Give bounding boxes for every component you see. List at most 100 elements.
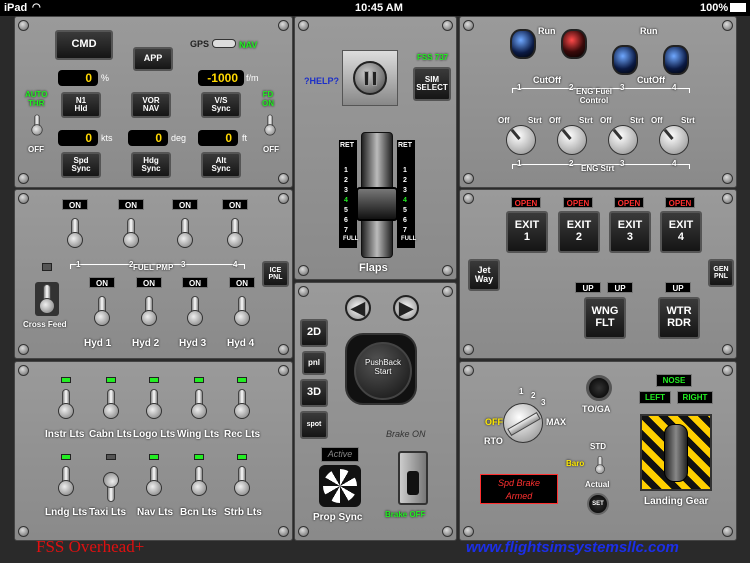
hyd2-switch[interactable]	[140, 296, 158, 326]
eng2-start-knob[interactable]	[557, 125, 587, 155]
hyd4-label: Hyd 4	[227, 338, 255, 349]
exit4-button[interactable]: EXIT 4	[660, 211, 702, 253]
altimeter-baro-label: Baro	[566, 459, 585, 468]
autothr-off-label: OFF	[28, 145, 44, 154]
cabn-lts-label: Cabn Lts	[89, 429, 132, 440]
panel-view-button[interactable]: pnl	[302, 351, 326, 375]
fuel-pump3-switch[interactable]	[176, 218, 194, 248]
cmd-button[interactable]: CMD	[55, 30, 113, 60]
cabn-lts-switch[interactable]	[102, 389, 120, 419]
water-rudder-button[interactable]: WTR RDR	[658, 297, 700, 339]
hyd1-switch[interactable]	[93, 296, 111, 326]
eng-strt-num-1: 1	[517, 159, 522, 168]
autobrake-knob[interactable]	[503, 403, 543, 443]
help-link[interactable]: ?HELP?	[304, 76, 339, 86]
wheel-icon	[664, 424, 688, 482]
alt-sync-button[interactable]: Alt Sync	[201, 152, 241, 178]
pause-button[interactable]	[342, 50, 398, 106]
ice-panel-button[interactable]: ICE PNL	[262, 261, 289, 287]
battery-label: 100%	[700, 2, 729, 14]
logo-lts-led	[149, 377, 159, 383]
exit2-button[interactable]: EXIT 2	[558, 211, 600, 253]
strb-lts-led	[237, 454, 247, 460]
eng4-start-knob[interactable]	[659, 125, 689, 155]
flap-ret-label-left: RET	[340, 142, 354, 149]
arrow-left-icon[interactable]: ◀	[345, 295, 371, 321]
eng1-start-knob[interactable]	[506, 125, 536, 155]
vs-unit: f/m	[246, 73, 259, 83]
vs-sync-button[interactable]: V/S Sync	[201, 92, 241, 118]
flap-ret-label-right: RET	[398, 142, 412, 149]
hyd3-switch[interactable]	[186, 296, 204, 326]
right-gear-light: RIGHT	[677, 391, 713, 404]
pushback-button[interactable]: PushBack Start	[345, 333, 417, 405]
gen-panel-button[interactable]: GEN PNL	[708, 259, 734, 287]
cross-feed-switch[interactable]	[35, 282, 59, 316]
taxi-lts-switch[interactable]	[102, 472, 120, 502]
eng1-off-label: Off	[498, 116, 510, 125]
autobrake-3-label: 3	[541, 398, 546, 407]
lndg-lts-switch[interactable]	[57, 466, 75, 496]
sim-select-button[interactable]: SIM SELECT	[413, 67, 451, 101]
view-2d-button[interactable]: 2D	[300, 319, 328, 347]
autobrake-max-label: MAX	[546, 417, 566, 427]
vor-nav-button[interactable]: VOR NAV	[131, 92, 171, 118]
fuel-hyd-panel: ON ON ON ON 1 2 3 4 FUEL PMP Cross Feed …	[14, 189, 293, 359]
eng3-fuel-switch[interactable]	[612, 45, 638, 75]
view-3d-button[interactable]: 3D	[300, 379, 328, 407]
logo-lts-label: Logo Lts	[133, 429, 176, 440]
taxi-lts-label: Taxi Lts	[89, 507, 127, 518]
spd-sync-button[interactable]: Spd Sync	[61, 152, 101, 178]
hyd4-switch[interactable]	[233, 296, 251, 326]
autothr-switch[interactable]	[31, 114, 44, 136]
pause-icon	[353, 61, 387, 95]
parking-brake-lever[interactable]	[398, 451, 428, 505]
eng2-off-label: Off	[549, 116, 561, 125]
eng3-start-knob[interactable]	[608, 125, 638, 155]
eng4-fuel-switch[interactable]	[663, 45, 689, 75]
n1-hold-button[interactable]: N1 Hld	[61, 92, 101, 118]
wifi-icon: ◠	[32, 2, 41, 13]
instr-lts-switch[interactable]	[57, 389, 75, 419]
fuel-pump4-switch[interactable]	[226, 218, 244, 248]
wing-lts-switch[interactable]	[190, 389, 208, 419]
prop-sync-button[interactable]	[319, 465, 361, 507]
logo-lts-switch[interactable]	[145, 389, 163, 419]
app-title: FSS Overhead+	[36, 537, 145, 556]
arrow-right-icon[interactable]: ▶	[393, 295, 419, 321]
cabn-lts-led	[106, 377, 116, 383]
exit1-button[interactable]: EXIT 1	[506, 211, 548, 253]
prop-sync-active-light: Active	[321, 447, 359, 462]
toga-button[interactable]	[586, 375, 612, 401]
wing-flt-button[interactable]: WNG FLT	[584, 297, 626, 339]
bcn-lts-label: Bcn Lts	[180, 507, 217, 518]
eng1-fuel-switch[interactable]	[510, 29, 536, 59]
exit3-button[interactable]: EXIT 3	[609, 211, 651, 253]
prop-sync-label: Prop Sync	[313, 512, 363, 523]
flap-lever[interactable]	[356, 187, 398, 221]
wng-flt-up-light-1: UP	[575, 282, 601, 293]
flap-detent-right-2: 2	[403, 177, 407, 184]
jetway-button[interactable]: Jet Way	[468, 259, 500, 291]
fd-switch[interactable]	[264, 114, 277, 136]
flap-detent-left-6: 6	[344, 217, 348, 224]
gps-nav-switch[interactable]	[212, 39, 236, 48]
bcn-lts-switch[interactable]	[190, 466, 208, 496]
fuel-pump-num-4: 4	[233, 260, 238, 269]
strb-lts-switch[interactable]	[233, 466, 251, 496]
altimeter-std-switch[interactable]	[595, 456, 606, 474]
spot-view-button[interactable]: spot	[300, 411, 328, 439]
fuel-pump1-switch[interactable]	[66, 218, 84, 248]
app-button[interactable]: APP	[133, 47, 173, 71]
landing-gear-lever[interactable]	[640, 414, 712, 491]
rec-lts-switch[interactable]	[233, 389, 251, 419]
fuel-pump2-switch[interactable]	[122, 218, 140, 248]
eng-strt-label: ENG Strt	[581, 164, 615, 173]
website-link[interactable]: www.flightsimsystemsllc.com	[466, 539, 679, 556]
eng2-fuel-switch[interactable]	[561, 29, 587, 59]
hdg-sync-button[interactable]: Hdg Sync	[131, 152, 171, 178]
altimeter-set-button[interactable]: SET	[587, 493, 609, 515]
spd-unit: kts	[101, 133, 113, 143]
nav-lts-switch[interactable]	[145, 466, 163, 496]
cutoff-label-left: CutOff	[533, 75, 561, 85]
